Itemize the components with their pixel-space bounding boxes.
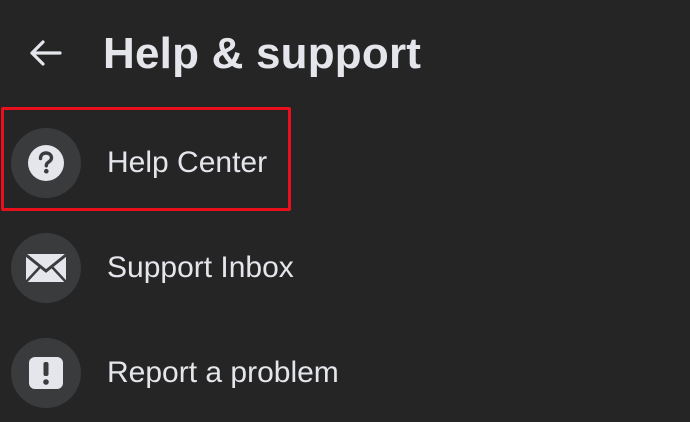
exclamation-icon [29,357,63,389]
menu-item-help-center[interactable]: Help Center [0,111,690,211]
header: Help & support [0,0,690,108]
menu-item-support-inbox[interactable]: Support Inbox [0,216,690,316]
arrow-left-icon [30,40,62,66]
envelope-icon [25,253,67,283]
menu-item-report-problem[interactable]: Report a problem [0,321,690,421]
back-button[interactable] [20,30,70,76]
menu-item-label: Support Inbox [107,251,294,284]
menu-item-label: Report a problem [107,356,339,389]
page-title: Help & support [103,29,422,78]
question-circle-icon [28,145,64,181]
help-center-icon-wrapper [11,128,81,198]
support-inbox-icon-wrapper [11,233,81,303]
menu-item-label: Help Center [107,146,268,179]
report-problem-icon-wrapper [11,338,81,408]
